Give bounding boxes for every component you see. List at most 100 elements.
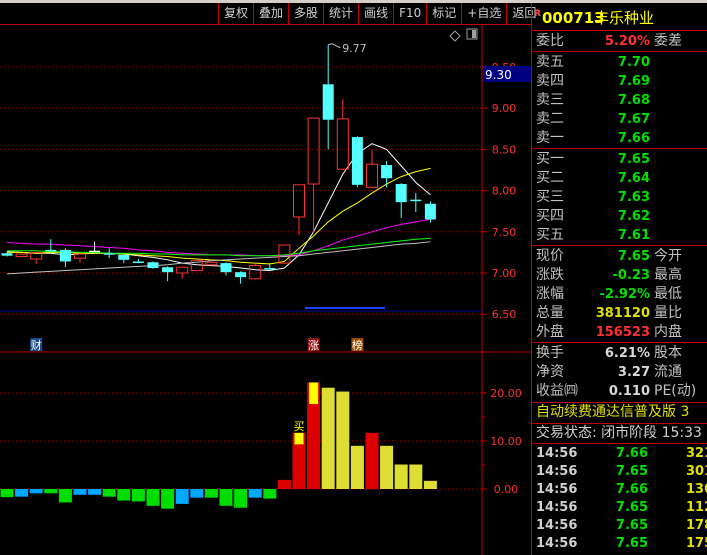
bid-row: 买一 7.65	[536, 150, 707, 169]
indicator-bar	[131, 489, 145, 502]
indicator-bar	[263, 489, 277, 499]
stat-label: 现价	[536, 248, 564, 264]
indicator-bar	[29, 489, 43, 494]
candlestick	[366, 150, 378, 189]
indicator-bar	[219, 489, 233, 506]
ask-row: 卖五 7.70	[536, 53, 707, 72]
candle-body	[322, 84, 334, 120]
candlestick	[1, 252, 13, 257]
candlestick	[162, 266, 174, 282]
stat-label-2: 内盘	[654, 324, 682, 340]
candle-body	[249, 265, 262, 280]
tick-row: 14:56 7.65 112	[536, 499, 707, 517]
candle-body	[235, 272, 247, 278]
ask-row: 卖四 7.69	[536, 72, 707, 91]
candle-body	[351, 137, 363, 185]
candlestick	[59, 248, 71, 268]
ask-row: 卖三 7.68	[536, 91, 707, 110]
ask-label: 卖四	[536, 73, 564, 89]
fund-label-2: PE(动)	[654, 383, 697, 399]
stock-name: 丰乐种业	[594, 9, 655, 27]
indicator-bar	[248, 489, 262, 498]
bid-price: 7.65	[617, 152, 650, 167]
tick-time: 14:56	[536, 464, 578, 479]
candlestick	[264, 263, 276, 271]
event-marker[interactable]: 涨	[308, 339, 319, 352]
stat-label-2: 最高	[654, 267, 682, 283]
candle-body	[381, 165, 393, 179]
candle-body	[59, 249, 71, 262]
bid-price: 7.63	[617, 190, 650, 205]
stat-row: 外盘 156523 内盘	[536, 323, 707, 342]
price-axis-label: 8.00	[492, 185, 517, 198]
candle-body	[118, 254, 130, 260]
candlestick	[118, 254, 130, 264]
tick-volume: 112	[686, 500, 707, 515]
indicator-bar	[15, 489, 29, 497]
candlestick	[307, 117, 320, 233]
candle-body	[15, 253, 28, 258]
fund-label: 净资	[536, 364, 564, 380]
ask-label: 卖一	[536, 130, 564, 146]
tick-row: 14:56 7.65 301	[536, 463, 707, 481]
ask-price: 7.67	[617, 112, 650, 127]
event-marker[interactable]: 财	[31, 338, 42, 352]
stat-label: 外盘	[536, 324, 564, 340]
stat-label: 总量	[536, 305, 564, 321]
panel-toggle-icon-fill	[472, 30, 476, 38]
candle-body	[176, 266, 189, 274]
ask-price: 7.68	[617, 93, 650, 108]
candlestick	[249, 263, 262, 280]
candle-body	[424, 203, 436, 220]
indicator-bar	[190, 489, 204, 498]
tick-volume: 178	[686, 518, 707, 533]
tick-volume: 301	[686, 464, 707, 479]
bid-row: 买二 7.64	[536, 169, 707, 188]
bid-row: 买四 7.62	[536, 207, 707, 226]
indicator-bar	[175, 489, 189, 504]
candlestick	[103, 248, 115, 259]
candlestick	[15, 253, 28, 258]
tick-row: 14:56 7.65 175	[536, 535, 707, 553]
indicator-bar	[117, 489, 131, 501]
ask-label: 卖二	[536, 111, 564, 127]
divider	[532, 245, 707, 246]
stock-title: R 000713 丰乐种业	[534, 6, 707, 30]
candle-body	[205, 261, 218, 266]
indicator-bar	[73, 489, 87, 495]
candlestick	[395, 183, 407, 218]
tick-time: 14:56	[536, 446, 578, 461]
margin-badge: R	[534, 9, 541, 19]
trade-status: 交易状态: 闭市阶段 15:33	[536, 424, 707, 443]
kline-chart[interactable]: 9.509.008.508.007.507.006.509.309.77财涨榜2…	[0, 0, 531, 555]
indicator-bar	[58, 489, 72, 503]
stat-value: 7.65	[617, 249, 650, 264]
candlestick	[176, 266, 189, 279]
bid-price: 7.64	[617, 171, 650, 186]
tick-price: 7.65	[615, 518, 648, 533]
ask-row: 卖一 7.66	[536, 129, 707, 148]
event-marker[interactable]: 榜	[352, 338, 363, 352]
candle-body	[395, 184, 407, 203]
candlestick	[410, 193, 422, 213]
stat-label: 涨跌	[536, 267, 564, 283]
stat-row: 涨跌 -0.23 最高	[536, 266, 707, 285]
stat-label-2: 今开	[654, 248, 682, 264]
indicator-bar	[204, 489, 218, 498]
candlestick	[147, 261, 159, 269]
fundamental-row: 收益㈣ 0.110 PE(动)	[536, 382, 707, 401]
ask-row: 卖二 7.67	[536, 110, 707, 129]
indicator-bar	[161, 489, 175, 509]
candle-body	[162, 267, 174, 273]
stat-value: 381120	[595, 306, 650, 321]
diamond-icon[interactable]	[449, 30, 461, 42]
tick-price: 7.65	[615, 464, 648, 479]
tick-row: 14:56 7.66 321	[536, 445, 707, 463]
tick-time: 14:56	[536, 482, 578, 497]
stat-row: 总量 381120 量比	[536, 304, 707, 323]
subscription-banner[interactable]: 自动续费通达信普及版 3	[536, 403, 707, 422]
tick-volume: 175	[686, 536, 707, 551]
indicator-axis-label: 20.00	[490, 387, 522, 400]
crosshair-price-label: 9.30	[485, 68, 512, 82]
fund-label-2: 股本	[654, 345, 682, 361]
